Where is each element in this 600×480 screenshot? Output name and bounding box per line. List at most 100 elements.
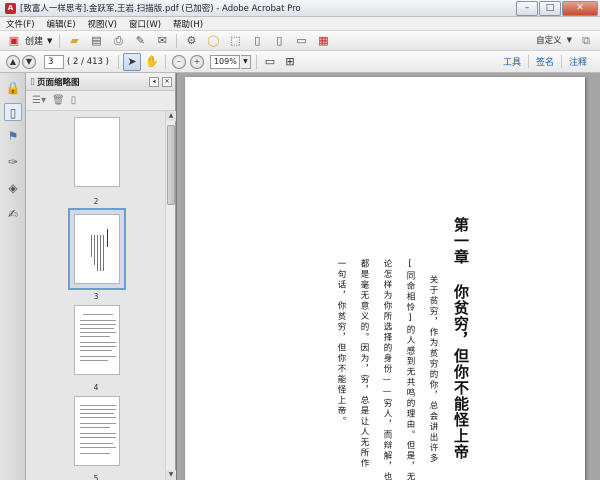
attachment-icon[interactable]: ✑ <box>4 153 22 171</box>
chevron-down-icon: ▼ <box>566 36 572 44</box>
next-page-button[interactable]: ▼ <box>22 54 36 69</box>
previous-page-button[interactable]: ▲ <box>6 54 20 69</box>
menu-edit[interactable]: 编辑(E) <box>41 18 82 30</box>
customize-dropdown[interactable]: 自定义 ▼ <box>536 34 572 46</box>
collapse-panel-icon[interactable]: ◂ <box>149 76 159 87</box>
thumbnail-list: 2 3 4 5 <box>26 111 166 480</box>
thumb-text-mark <box>80 433 116 434</box>
thumbnail-label: 5 <box>93 474 99 480</box>
thumb-text-mark <box>107 229 108 247</box>
thumb-text-mark <box>80 324 116 325</box>
fit-page-icon: ▭ <box>264 55 276 68</box>
form-icon[interactable]: ▦ <box>315 33 331 49</box>
menu-help[interactable]: 帮助(H) <box>167 18 209 30</box>
print-icon[interactable]: ⎙ <box>110 33 126 49</box>
thumb-text-mark <box>80 346 116 347</box>
toolbar-separator <box>164 54 166 69</box>
close-panel-icon[interactable]: ✕ <box>162 76 172 87</box>
zoom-in-button[interactable]: + <box>189 54 204 69</box>
thumbnail-page-2[interactable] <box>74 117 120 187</box>
document-icon[interactable]: ▯ <box>249 33 265 49</box>
scrollbar-thumb[interactable] <box>167 125 175 205</box>
create-button[interactable]: ▣ 创建 ▼ <box>0 33 56 49</box>
thumb-text-mark <box>80 320 116 321</box>
layers-icon[interactable]: ◈ <box>4 179 22 197</box>
bookmark-icon[interactable]: ⚑ <box>4 127 22 145</box>
stamp-icon[interactable]: ⬚ <box>227 33 243 49</box>
sign-icon[interactable]: ▭ <box>293 33 309 49</box>
expand-icon[interactable]: ⧉ <box>578 33 594 49</box>
panel-toolbar: ☰▾ 🗑 ▯ <box>26 91 175 111</box>
create-label: 创建 <box>25 37 44 47</box>
document-view[interactable]: 第一章 你贫穷，但你不能怪上帝 关于贫穷，作为贫穷的你，总会讲出许多 [同命相怜… <box>177 73 600 480</box>
scroll-down-icon[interactable]: ▼ <box>166 470 176 480</box>
thumb-text-mark <box>80 360 108 361</box>
body-text-column: 都是毫无意义的。因为，穷，总是让人无所作 <box>359 259 369 469</box>
tools-link[interactable]: 工具 <box>496 55 528 68</box>
settings-gear-icon[interactable]: ⚙ <box>183 33 199 49</box>
zoom-level-input[interactable]: 109% <box>209 54 240 69</box>
thumb-text-mark <box>80 350 112 351</box>
thumb-text-mark <box>94 235 95 265</box>
comment-bubble-icon[interactable]: ◯ <box>205 33 221 49</box>
fit-page-button[interactable]: ▭ <box>261 53 279 71</box>
thumb-text-mark <box>80 413 114 414</box>
thumb-text-mark <box>80 437 116 438</box>
document-page: 第一章 你贫穷，但你不能怪上帝 关于贫穷，作为贫穷的你，总会讲出许多 [同命相怜… <box>185 77 585 480</box>
zoom-out-button[interactable]: – <box>171 54 186 69</box>
maximize-button[interactable]: □ <box>539 0 561 16</box>
thumb-text-mark <box>80 328 114 329</box>
zoom-dropdown[interactable]: ▼ <box>240 54 251 69</box>
thumbnail-label: 3 <box>93 292 99 301</box>
hand-icon: ✋ <box>145 55 159 68</box>
thumb-text-mark <box>91 235 92 257</box>
options-menu-icon[interactable]: ☰▾ <box>32 95 46 106</box>
menu-window[interactable]: 窗口(W) <box>123 18 167 30</box>
open-folder-icon[interactable]: ▰ <box>66 33 82 49</box>
chevron-down-icon: ▼ <box>47 36 53 45</box>
close-button[interactable]: ✕ <box>562 0 598 16</box>
menu-file[interactable]: 文件(F) <box>0 18 41 30</box>
thumbnail-page-3[interactable] <box>74 214 120 284</box>
create-pdf-icon: ▣ <box>8 34 20 47</box>
navigation-pane-strip: 🔒 ▯ ⚑ ✑ ◈ ✍ <box>0 73 26 480</box>
select-tool-button[interactable]: ➤ <box>122 52 141 71</box>
main-toolbar: ▣ 创建 ▼ ▰ ▤ ⎙ ✎ ✉ ⚙ ◯ ⬚ ▯ ▯ ▭ ▦ 自定义 ▼ ⧉ <box>0 31 600 51</box>
page-number-input[interactable]: 3 <box>44 54 64 69</box>
scroll-up-icon[interactable]: ▲ <box>166 111 176 121</box>
thumb-text-mark <box>80 443 113 444</box>
page-thumbnails-icon[interactable]: ▯ <box>4 103 22 121</box>
email-icon[interactable]: ✉ <box>154 33 170 49</box>
lock-icon[interactable]: 🔒 <box>4 79 22 97</box>
thumbnail-page-4[interactable] <box>74 305 120 375</box>
thumb-text-mark <box>80 332 116 333</box>
chapter-title: 第一章 你贫穷，但你不能怪上帝 <box>452 217 470 460</box>
thumb-text-mark <box>80 423 116 424</box>
body-text-column: 一句话，你贫穷，但你不能怪上帝。 <box>336 259 346 427</box>
document-search-icon[interactable]: ▯ <box>271 33 287 49</box>
thumb-text-mark <box>80 336 110 337</box>
fit-width-button[interactable]: ⊞ <box>281 53 299 71</box>
menu-bar: 文件(F) 编辑(E) 视图(V) 窗口(W) 帮助(H) <box>0 17 600 31</box>
thumbnail-scrollbar[interactable]: ▲ ▼ <box>165 111 176 480</box>
toolbar-separator <box>255 54 257 69</box>
edit-document-icon[interactable]: ✎ <box>132 33 148 49</box>
thumb-text-mark <box>100 235 101 271</box>
thumb-text-mark <box>80 342 116 343</box>
save-icon[interactable]: ▤ <box>88 33 104 49</box>
menu-view[interactable]: 视图(V) <box>82 18 123 30</box>
thumbnail-page-5[interactable] <box>74 396 120 466</box>
window-title: [致富人一样思考].金跃军,王岩.扫描版.pdf (已加密) - Adobe A… <box>20 4 301 14</box>
toolbar-separator <box>117 54 119 69</box>
page-copy-icon[interactable]: ▯ <box>71 95 77 106</box>
thumb-text-mark <box>80 453 110 454</box>
minimize-button[interactable]: – <box>516 0 538 16</box>
body-text-column: [同命相怜]的人感到无共鸣的理由。但是，无 <box>405 259 415 480</box>
delete-page-icon[interactable]: 🗑 <box>52 95 65 106</box>
signature-icon[interactable]: ✍ <box>4 205 22 223</box>
hand-tool-button[interactable]: ✋ <box>143 53 161 71</box>
comment-link[interactable]: 注释 <box>560 55 594 68</box>
toolbar-separator <box>59 33 61 48</box>
sign-link[interactable]: 签名 <box>527 55 561 68</box>
page-thumbnails-panel: ▯ 页面缩略图 ◂ ✕ ☰▾ 🗑 ▯ 2 3 4 5 ▲ ▼ <box>26 73 176 480</box>
